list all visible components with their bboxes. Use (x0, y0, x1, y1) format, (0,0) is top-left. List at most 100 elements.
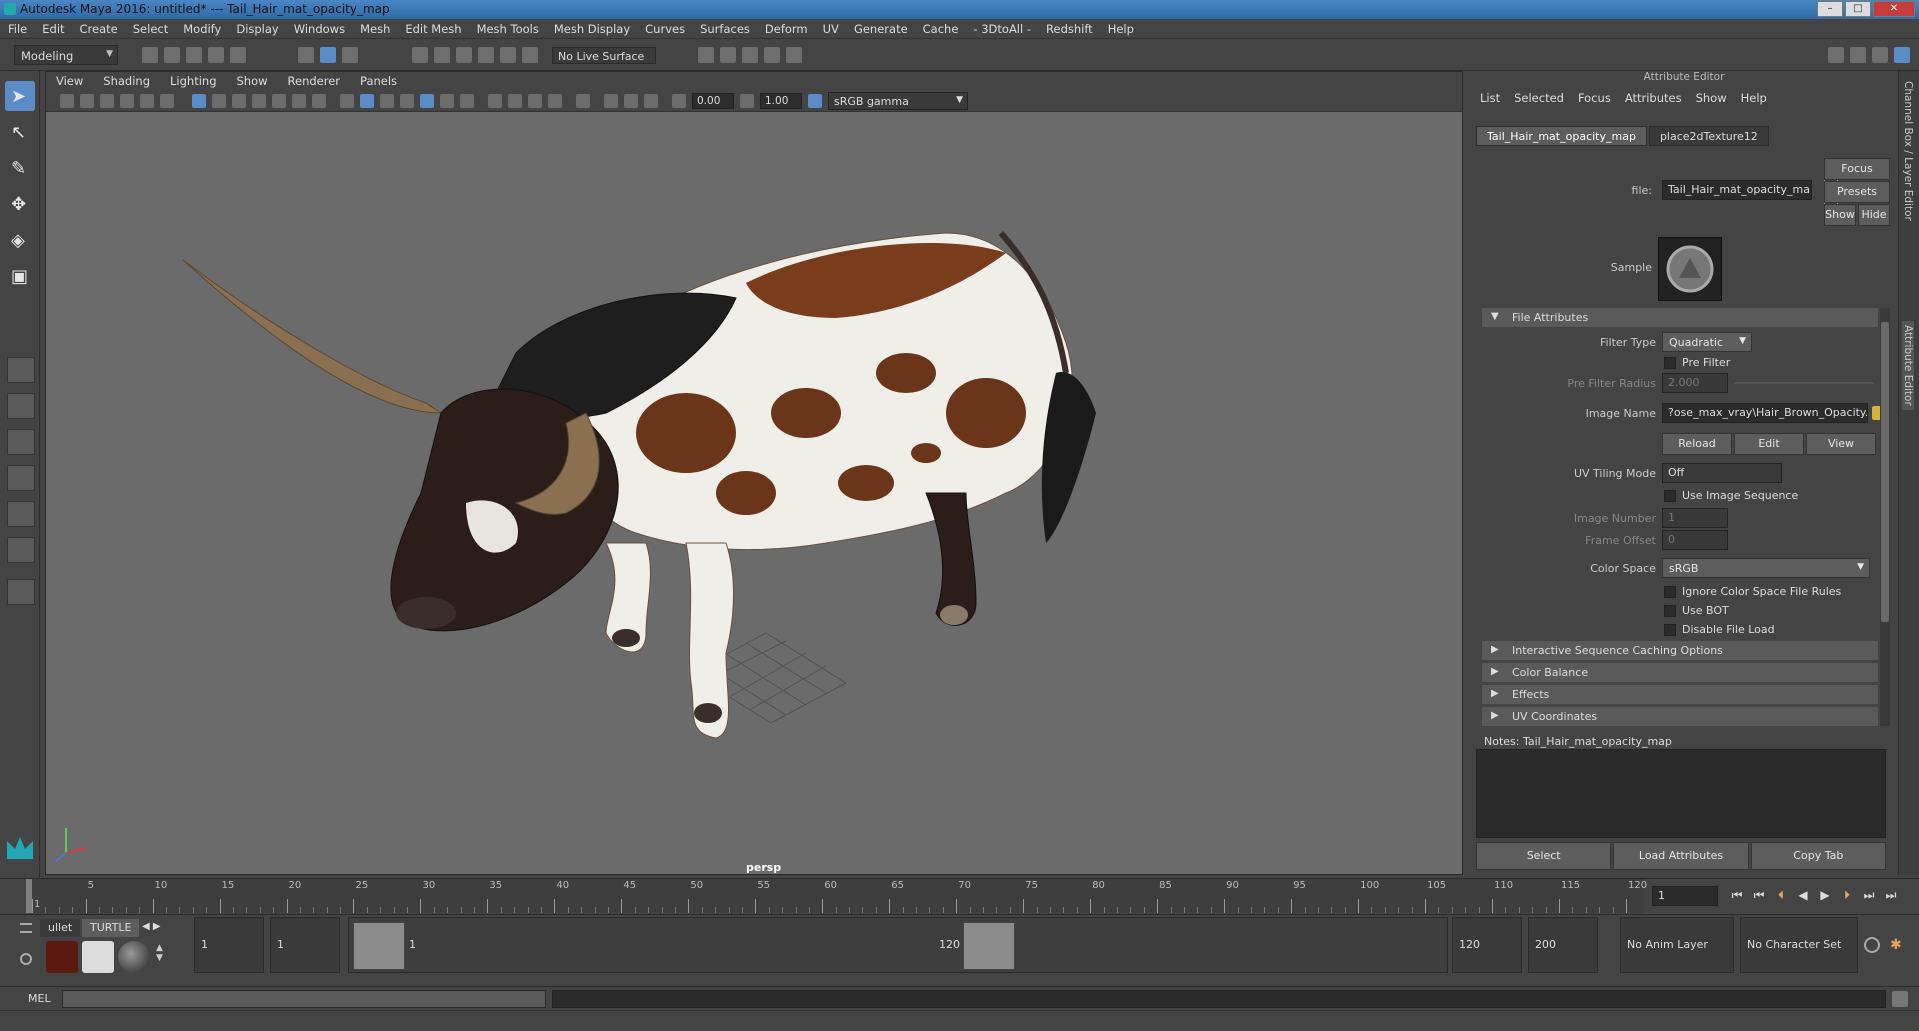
current-frame-field[interactable]: 1 (1652, 886, 1718, 906)
gate-mask-icon[interactable] (252, 94, 266, 108)
script-language-label[interactable]: MEL (28, 992, 51, 1005)
uv-tiling-mode-dropdown[interactable]: Off (1662, 463, 1782, 483)
auto-key-icon[interactable] (1864, 937, 1880, 953)
close-button[interactable]: ✕ (1873, 1, 1915, 17)
pre-filter-radius-slider[interactable] (1734, 382, 1874, 384)
save-scene-icon[interactable] (186, 47, 202, 63)
step-forward-frame-icon[interactable]: ⏵ (1838, 888, 1856, 904)
move-tool[interactable]: ✥ (5, 189, 35, 219)
color-space-dropdown[interactable]: sRGB ▼ (1662, 558, 1870, 578)
image-number-field[interactable]: 1 (1662, 508, 1728, 528)
shelf-tab-turtle[interactable]: TURTLE (82, 919, 140, 937)
camera-select-icon[interactable] (60, 94, 74, 108)
menu-select[interactable]: Select (133, 22, 168, 36)
mode-selector[interactable]: Modeling ▼ (14, 45, 118, 65)
film-gate-icon[interactable] (212, 94, 226, 108)
menu-file[interactable]: File (8, 22, 27, 36)
live-surface-field[interactable]: No Live Surface (552, 47, 656, 64)
turtle-bake-icon[interactable] (82, 941, 114, 973)
select-button[interactable]: Select (1476, 842, 1612, 870)
wireframe-icon[interactable] (340, 94, 354, 108)
scrollbar-thumb[interactable] (1881, 322, 1889, 622)
single-perspective-layout-button[interactable] (7, 357, 35, 383)
go-to-end-icon[interactable]: ⏭ (1882, 888, 1900, 904)
shelf-settings-icon[interactable] (20, 953, 32, 965)
gamma-field[interactable]: 1.00 (760, 93, 802, 109)
ae-menu-focus[interactable]: Focus (1578, 91, 1611, 109)
menu-mesh-display[interactable]: Mesh Display (554, 22, 630, 36)
playback-start-field[interactable]: 1 (270, 917, 340, 973)
menu-surfaces[interactable]: Surfaces (700, 22, 750, 36)
step-forward-key-icon[interactable]: ⏭ (1860, 888, 1878, 904)
motion-blur-icon[interactable] (508, 94, 522, 108)
end-time-field[interactable]: 200 (1528, 917, 1598, 973)
xray-components-icon[interactable] (644, 94, 658, 108)
use-image-sequence-checkbox[interactable] (1664, 490, 1676, 502)
edit-button[interactable]: Edit (1734, 433, 1804, 455)
viewport-menu-shading[interactable]: Shading (103, 74, 150, 88)
camera-attributes-icon[interactable] (80, 94, 94, 108)
select-hierarchy-icon[interactable] (298, 47, 314, 63)
section-interactive-sequence-caching[interactable]: ▶ Interactive Sequence Caching Options (1482, 641, 1878, 660)
load-attributes-button[interactable]: Load Attributes (1613, 842, 1749, 870)
start-time-field[interactable]: 1 (194, 917, 264, 973)
attribute-editor-scrollbar[interactable] (1880, 308, 1890, 726)
minimize-button[interactable]: – (1817, 1, 1843, 17)
snap-view-plane-icon[interactable] (478, 47, 494, 63)
menu-uv[interactable]: UV (823, 22, 839, 36)
persp-outliner-layout-button[interactable] (7, 429, 35, 455)
ae-menu-list[interactable]: List (1480, 91, 1500, 109)
copy-tab-button[interactable]: Copy Tab (1750, 842, 1886, 870)
shelf-tab-bullet[interactable]: ullet (40, 919, 81, 937)
viewport-menu-renderer[interactable]: Renderer (288, 74, 341, 88)
use-bot-checkbox[interactable] (1664, 605, 1676, 617)
menu-deform[interactable]: Deform (765, 22, 808, 36)
range-slider-bar[interactable]: 1 120 (348, 917, 1448, 973)
menu-modify[interactable]: Modify (183, 22, 221, 36)
toggle-modeling-toolkit-icon[interactable] (1828, 47, 1844, 63)
character-set-dropdown[interactable]: No Character Set (1740, 917, 1858, 973)
presets-button[interactable]: Presets (1824, 181, 1890, 203)
anim-layer-dropdown[interactable]: No Anim Layer (1620, 917, 1734, 973)
safe-action-icon[interactable] (292, 94, 306, 108)
step-back-frame-icon[interactable]: ⏴ (1772, 888, 1790, 904)
select-tool[interactable]: ➤ (5, 81, 35, 111)
use-default-material-icon[interactable] (380, 94, 394, 108)
exposure-field[interactable]: 0.00 (692, 93, 734, 109)
menu-edit[interactable]: Edit (42, 22, 64, 36)
redo-icon[interactable] (230, 47, 246, 63)
script-editor-icon[interactable] (1892, 991, 1908, 1007)
four-view-layout-button[interactable] (7, 393, 35, 419)
bookmark-icon[interactable] (100, 94, 114, 108)
tab-tail-hair-mat-opacity-map[interactable]: Tail_Hair_mat_opacity_map (1476, 126, 1647, 146)
menu-3dtoall[interactable]: - 3DtoAll - (973, 22, 1031, 36)
menu-mesh[interactable]: Mesh (360, 22, 390, 36)
depth-of-field-icon[interactable] (548, 94, 562, 108)
viewport-menu-lighting[interactable]: Lighting (170, 74, 216, 88)
xray-joints-icon[interactable] (624, 94, 638, 108)
section-effects[interactable]: ▶ Effects (1482, 685, 1878, 704)
hide-button[interactable]: Hide (1858, 204, 1890, 226)
pre-filter-radius-field[interactable]: 2.000 (1662, 373, 1728, 393)
open-scene-icon[interactable] (164, 47, 180, 63)
exposure-icon[interactable] (672, 94, 686, 108)
smooth-shade-icon[interactable] (360, 94, 374, 108)
time-slider-track[interactable]: 1 5 10 15 20 25 30 35 40 45 50 55 60 65 70 75 80 85 90 95 10… (26, 879, 1647, 913)
range-end-handle[interactable] (963, 922, 1015, 970)
shelf-scroll-icon[interactable]: ▲ ▼ (156, 943, 163, 963)
command-input[interactable] (62, 990, 546, 1008)
select-object-icon[interactable] (320, 47, 336, 63)
image-name-field[interactable]: ?ose_max_vray\Hair_Brown_Opacity.png (1662, 403, 1868, 423)
ae-menu-attributes[interactable]: Attributes (1625, 91, 1682, 109)
screen-space-ao-icon[interactable] (488, 94, 502, 108)
menu-create[interactable]: Create (80, 22, 118, 36)
scale-tool[interactable]: ▣ (5, 261, 35, 291)
maximize-button[interactable]: □ (1845, 1, 1871, 17)
menu-cache[interactable]: Cache (923, 22, 959, 36)
field-chart-icon[interactable] (272, 94, 286, 108)
persp-graph-layout-button[interactable] (7, 465, 35, 491)
xray-icon[interactable] (604, 94, 618, 108)
select-component-icon[interactable] (342, 47, 358, 63)
viewport-menu-view[interactable]: View (56, 74, 83, 88)
shelf-scroll-arrows-icon[interactable]: ◀ ▶ (142, 921, 161, 932)
